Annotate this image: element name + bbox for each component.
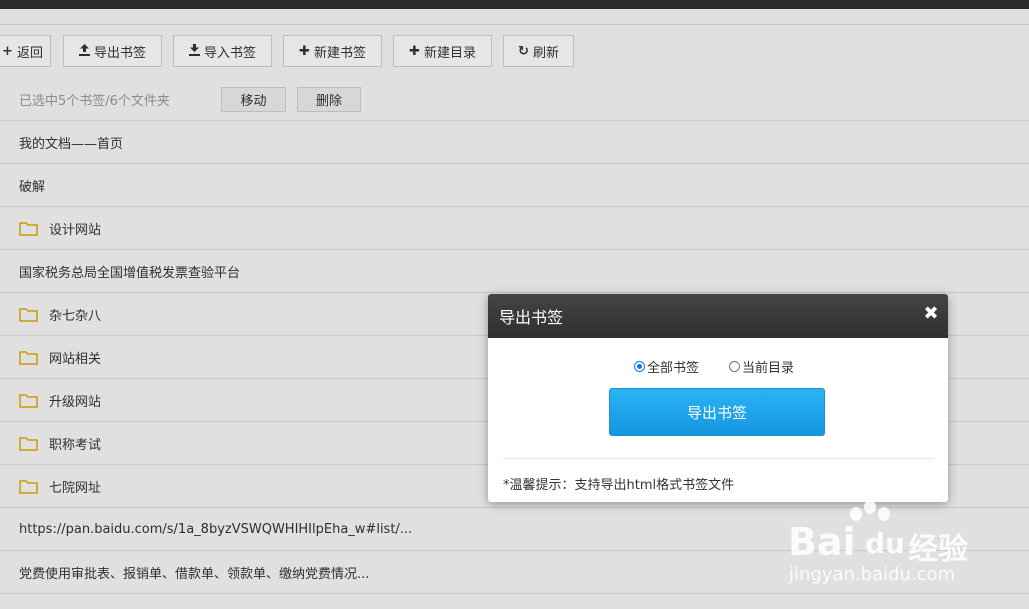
radio-all-bookmarks[interactable]: 全部书签 xyxy=(634,357,699,376)
watermark-jingyan: 经验 xyxy=(908,532,968,567)
export-dialog: 导出书签 ✖ 全部书签 当前目录 导出书签 *温馨提示：支持导出html格式书签… xyxy=(488,294,948,502)
watermark-du: du xyxy=(865,527,905,560)
radio-label-all: 全部书签 xyxy=(647,361,700,376)
radio-current-folder[interactable]: 当前目录 xyxy=(729,357,794,376)
dialog-header: 导出书签 ✖ xyxy=(488,294,948,338)
dialog-title: 导出书签 xyxy=(499,308,564,327)
baidu-jingyan-watermark: Bai du 经验 jingyan.baidu.com xyxy=(788,500,988,590)
watermark-bai: Bai xyxy=(788,520,856,564)
radio-label-current: 当前目录 xyxy=(742,361,795,376)
radio-button-checked[interactable] xyxy=(634,361,645,372)
radio-button[interactable] xyxy=(729,361,741,372)
export-scope-options: 全部书签 当前目录 xyxy=(634,357,824,376)
dialog-divider xyxy=(503,458,934,459)
watermark-url: jingyan.baidu.com xyxy=(789,564,956,585)
close-icon[interactable]: ✖ xyxy=(921,304,941,324)
dialog-tip: *温馨提示：支持导出html格式书签文件 xyxy=(503,478,735,493)
page: + 返回 导出书签 导入书签 ✚ 新建书签 ✚ 新建目录 ↻ 刷新 已选中5个书… xyxy=(0,0,1029,609)
export-submit-button[interactable]: 导出书签 xyxy=(609,388,825,436)
